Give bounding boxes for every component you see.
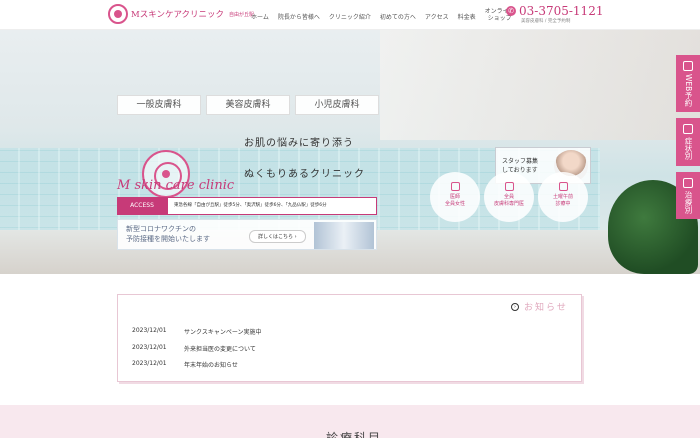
news-item[interactable]: 2023/12/01 年末年始のお知らせ (132, 360, 238, 369)
nav-price[interactable]: 料金表 (458, 12, 476, 22)
clipboard-icon (683, 124, 693, 135)
side-tab-label-2: 症状別 (684, 137, 693, 160)
feature-value-3: 診療中 (555, 201, 571, 207)
hero-brand-name: M skin care clinic (117, 178, 235, 193)
nav-home[interactable]: ホーム (251, 12, 269, 22)
clinic-logo[interactable]: Mスキンケアクリニック 自由が丘駅 (108, 4, 254, 24)
feature-label-3: 土曜午前 (552, 194, 573, 200)
news-item[interactable]: 2023/12/01 サンクスキャンペーン実施中 (132, 327, 262, 336)
news-item[interactable]: 2023/12/01 外来担当医の変更について (132, 344, 256, 353)
department-tabs: 一般皮膚科 美容皮膚科 小児皮膚科 (117, 95, 379, 115)
news-date: 2023/12/01 (132, 327, 167, 334)
feature-label-2: 全員 (503, 194, 514, 200)
side-tabs: WEB予約 症状別 治療別 (676, 55, 700, 220)
hero-catch-line2: ぬくもりあるクリニック (244, 169, 365, 180)
phone-number: 03-3705-1121 (519, 4, 604, 18)
news-header[interactable]: › お知らせ (511, 300, 568, 313)
feature-specialists: 全員 皮膚科専門医 (484, 172, 534, 222)
feature-value-2: 皮膚科専門医 (493, 201, 524, 207)
news-box: › お知らせ 2023/12/01 サンクスキャンペーン実施中 2023/12/… (117, 294, 582, 382)
tab-cosmetic-dermatology[interactable]: 美容皮膚科 (206, 95, 290, 115)
feature-value-1: 全員女性 (444, 201, 465, 207)
side-tab-label-3: 治療別 (684, 190, 693, 214)
vaccine-vials-image (314, 222, 374, 249)
calendar-icon (558, 182, 568, 191)
vaccine-details-button[interactable]: 詳しくはこちら › (249, 230, 306, 243)
vaccine-line1: 新型コロナワクチンの (126, 225, 196, 233)
phone-subtext: 美容皮膚科 / 完全予約制 (521, 19, 571, 24)
vaccine-text: 新型コロナワクチンの 予防接種を開始いたします (126, 224, 210, 244)
hero-background-shelf (380, 30, 700, 140)
site-header: Mスキンケアクリニック 自由が丘駅 ホーム 院長から皆様へ クリニック紹介 初め… (0, 0, 700, 30)
nav-greeting[interactable]: 院長から皆様へ (278, 12, 320, 22)
side-tab-label-1: WEB予約 (684, 74, 693, 107)
tab-general-dermatology[interactable]: 一般皮膚科 (117, 95, 201, 115)
flower-logo-icon (108, 4, 128, 24)
recruit-line1: スタッフ募集 (502, 158, 539, 165)
feature-label-1: 医師 (449, 194, 460, 200)
side-tab-by-treatment[interactable]: 治療別 (676, 171, 700, 220)
side-tab-by-symptom[interactable]: 症状別 (676, 118, 700, 166)
news-text: 外来担当医の変更について (184, 346, 256, 353)
hand-icon (683, 177, 693, 188)
feature-circles: 医師 全員女性 全員 皮膚科専門医 土曜午前 診療中 (430, 172, 588, 222)
tab-pediatric-dermatology[interactable]: 小児皮膚科 (295, 95, 379, 115)
main-nav: ホーム 院長から皆様へ クリニック紹介 初めての方へ アクセス 料金表 オンライ… (251, 8, 515, 22)
news-text: 年末年始のお知らせ (184, 362, 238, 369)
news-text: サンクスキャンペーン実施中 (184, 329, 262, 336)
nav-clinic[interactable]: クリニック紹介 (329, 12, 371, 22)
news-date: 2023/12/01 (132, 360, 167, 367)
phone-icon: ✆ (506, 6, 516, 16)
logo-text: Mスキンケアクリニック (131, 10, 225, 20)
doctor-icon (450, 182, 460, 191)
access-label: ACCESS (117, 197, 167, 215)
side-tab-web-reservation[interactable]: WEB予約 (676, 55, 700, 113)
hero-catch-line1: お肌の悩みに寄り添う (244, 138, 354, 149)
access-text: 東急各線「自由が丘駅」徒歩5分、「奥沢駅」徒歩6分、「九品仏駅」徒歩6分 (167, 197, 377, 215)
departments-section: 診療科目 (0, 405, 700, 438)
section-title: 診療科目 (326, 431, 383, 438)
news-date: 2023/12/01 (132, 344, 167, 351)
nav-first-visit[interactable]: 初めての方へ (380, 12, 416, 22)
arrow-circle-icon: › (511, 302, 519, 311)
vaccine-banner[interactable]: 新型コロナワクチンの 予防接種を開始いたします 詳しくはこちら › (117, 219, 377, 250)
nav-access[interactable]: アクセス (425, 12, 449, 22)
phone-link[interactable]: ✆ 03-3705-1121 (506, 4, 603, 18)
certificate-icon (504, 182, 514, 191)
feature-female-doctors: 医師 全員女性 (430, 172, 480, 222)
feature-saturday: 土曜午前 診療中 (538, 172, 588, 222)
access-bar: ACCESS 東急各線「自由が丘駅」徒歩5分、「奥沢駅」徒歩6分、「九品仏駅」徒… (117, 197, 377, 215)
vaccine-line2: 予防接種を開始いたします (126, 235, 210, 243)
monitor-icon (683, 61, 693, 71)
news-title: お知らせ (524, 303, 568, 313)
